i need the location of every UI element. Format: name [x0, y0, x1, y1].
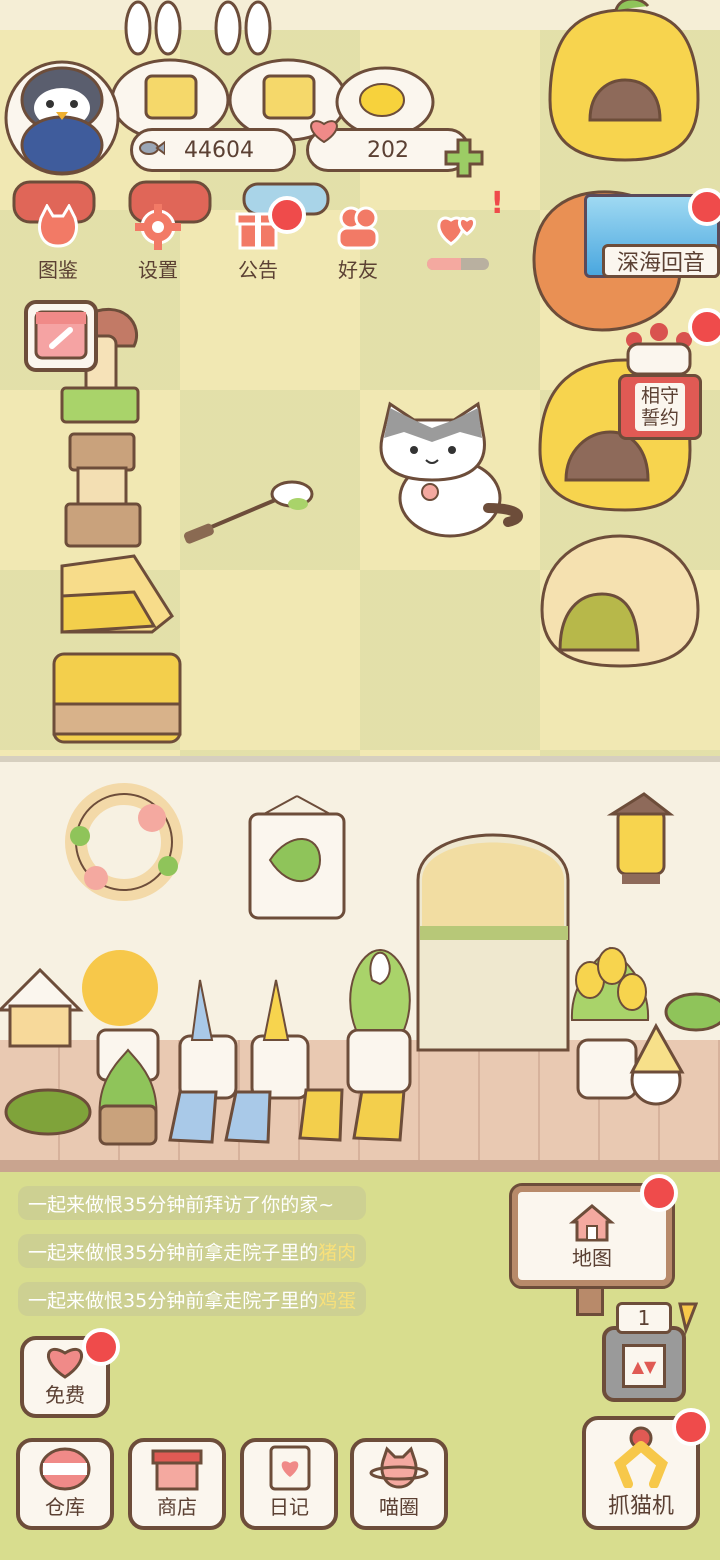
- deep-sea-event-button[interactable]: 深海回音: [584, 188, 720, 284]
- main-menu: 图鉴 设置 公告 好友 !: [18, 186, 504, 284]
- log-player-name: 一起来做恨: [28, 1193, 124, 1216]
- fish-counter: 44604: [130, 128, 296, 172]
- alert-mark-icon: !: [490, 186, 504, 221]
- log-player-name: 一起来做恨: [28, 1289, 124, 1312]
- free-label: 免费: [45, 1383, 85, 1407]
- menu-collection-label: 图鉴: [38, 258, 78, 282]
- log-player-name: 一起来做恨: [28, 1241, 124, 1264]
- free-button[interactable]: 免费: [20, 1328, 120, 1418]
- event-calendar-button[interactable]: [24, 300, 98, 372]
- diary-label: 日记: [269, 1495, 309, 1519]
- menu-collection[interactable]: 图鉴: [18, 204, 98, 284]
- cat-planet-icon: [369, 1446, 429, 1489]
- menu-friends[interactable]: 好友: [318, 204, 398, 284]
- claw-counter: 1: [616, 1302, 672, 1334]
- warehouse-label: 仓库: [45, 1495, 85, 1519]
- notification-badge: [82, 1328, 120, 1366]
- cat-head-icon: [38, 204, 78, 248]
- pledge-sign: 相守 誓约: [618, 374, 702, 440]
- shop-button[interactable]: 商店: [128, 1438, 226, 1530]
- activity-log: 一起来做恨 35分钟前拜访了你的家~ 一起来做恨 35分钟前拿走院子里的 猪肉 一起来…: [18, 1186, 367, 1316]
- calendar-pencil-icon: [34, 310, 88, 360]
- fish-icon: [139, 140, 165, 156]
- menu-settings-label: 设置: [138, 258, 178, 282]
- avatar: [4, 60, 120, 176]
- friends-icon: [337, 206, 379, 250]
- house-icon: [568, 1203, 616, 1241]
- notification-badge: [268, 196, 306, 234]
- diary-icon: [269, 1445, 311, 1491]
- log-item: 猪肉: [318, 1241, 357, 1264]
- shop-icon: [151, 1449, 203, 1491]
- claw-machine-label: 抓猫机: [607, 1494, 674, 1519]
- warehouse-button[interactable]: 仓库: [16, 1438, 114, 1530]
- menu-hearts[interactable]: !: [418, 186, 504, 284]
- log-item: 鸡蛋: [318, 1289, 357, 1312]
- pledge-label-line1: 相守: [640, 385, 679, 407]
- cat-circle-label: 喵圈: [379, 1495, 419, 1519]
- log-entry[interactable]: 一起来做恨 35分钟前拜访了你的家~: [18, 1186, 367, 1220]
- cat-circle-button[interactable]: 喵圈: [350, 1438, 448, 1530]
- warehouse-icon: [39, 1447, 91, 1491]
- map-label: 地图: [572, 1245, 612, 1270]
- notification-badge: [688, 308, 720, 346]
- alert-icon: [678, 1302, 698, 1336]
- claw-machine-button[interactable]: 抓猫机: [582, 1408, 710, 1530]
- pledge-label-line2: 誓约: [640, 407, 679, 429]
- house-decor: [0, 783, 720, 1146]
- menu-announcement-label: 公告: [238, 258, 278, 282]
- pledge-event-button[interactable]: 相守 誓约: [614, 308, 720, 442]
- fish-count: 44604: [184, 137, 254, 163]
- diary-button[interactable]: 日记: [240, 1438, 338, 1530]
- log-entry[interactable]: 一起来做恨 35分钟前拿走院子里的 鸡蛋: [18, 1282, 367, 1316]
- heart-progress-bar: [427, 258, 489, 270]
- cat-wand-toy[interactable]: [180, 470, 320, 550]
- add-hearts-button[interactable]: [442, 136, 486, 180]
- hearts-icon: [437, 216, 476, 246]
- menu-friends-label: 好友: [338, 258, 378, 282]
- map-button[interactable]: 地图: [509, 1174, 678, 1316]
- porch-edge: [0, 1160, 720, 1172]
- log-entry[interactable]: 一起来做恨 35分钟前拿走院子里的 猪肉: [18, 1234, 367, 1268]
- menu-settings[interactable]: 设置: [118, 204, 198, 284]
- log-text: 35分钟前拿走院子里的: [123, 1289, 319, 1312]
- heart-face-icon: [310, 120, 338, 143]
- menu-announcement[interactable]: 公告: [218, 196, 306, 284]
- notification-badge: [688, 188, 720, 226]
- shop-label: 商店: [157, 1495, 197, 1519]
- cat-character[interactable]: [370, 398, 530, 544]
- log-text: 35分钟前拜访了你的家~: [123, 1193, 335, 1216]
- deep-sea-label: 深海回音: [602, 244, 720, 278]
- gear-icon: [135, 204, 181, 250]
- ticket-arrows-icon: ▲▼: [622, 1344, 666, 1388]
- heart-count: 202: [367, 137, 409, 163]
- log-text: 35分钟前拿走院子里的: [123, 1241, 319, 1264]
- notification-badge: [672, 1408, 710, 1446]
- notification-badge: [640, 1174, 678, 1212]
- bunny-icon: [124, 0, 272, 56]
- claw-icon: [614, 1426, 668, 1488]
- claw-ticket-box[interactable]: ▲▼ 1: [602, 1300, 698, 1404]
